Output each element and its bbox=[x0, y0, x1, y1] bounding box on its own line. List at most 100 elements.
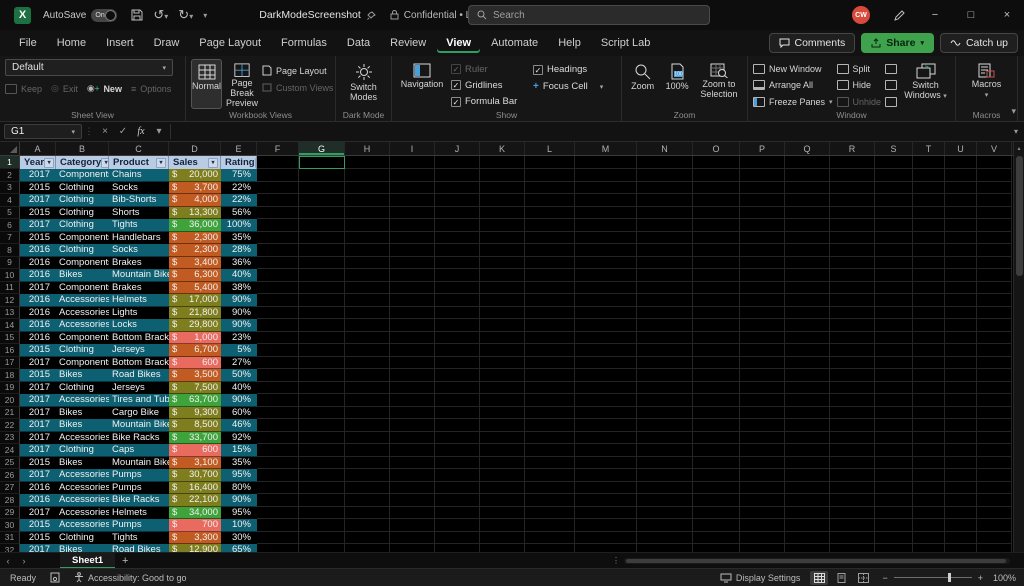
cell-A26-year[interactable]: 2017 bbox=[20, 469, 56, 482]
cell-V15[interactable] bbox=[977, 331, 1012, 344]
cell-C22-product[interactable]: Mountain Bikes bbox=[109, 419, 169, 432]
cell-K32[interactable] bbox=[480, 544, 525, 552]
cell-E19-rating[interactable]: 40% bbox=[221, 381, 257, 394]
display-settings-button[interactable]: Display Settings bbox=[720, 573, 800, 583]
cell-D11-sales[interactable]: $5,400 bbox=[169, 281, 221, 294]
cell-S16[interactable] bbox=[875, 344, 913, 357]
cell-R9[interactable] bbox=[830, 256, 875, 269]
cell-L7[interactable] bbox=[525, 231, 575, 244]
arrange-all-button[interactable]: Arrange All bbox=[753, 78, 833, 92]
cell-D29-sales[interactable]: $34,000 bbox=[169, 506, 221, 519]
cell-E27-rating[interactable]: 80% bbox=[221, 481, 257, 494]
cell-R25[interactable] bbox=[830, 456, 875, 469]
cell-J15[interactable] bbox=[435, 331, 480, 344]
cell-K19[interactable] bbox=[480, 381, 525, 394]
cell-H17[interactable] bbox=[345, 356, 390, 369]
cell-U26[interactable] bbox=[945, 469, 977, 482]
cell-M27[interactable] bbox=[575, 481, 637, 494]
cell-I7[interactable] bbox=[390, 231, 435, 244]
cell-O32[interactable] bbox=[693, 544, 740, 552]
cell-V27[interactable] bbox=[977, 481, 1012, 494]
cell-J14[interactable] bbox=[435, 319, 480, 332]
redo-icon[interactable]: ↻▾ bbox=[178, 7, 193, 23]
tab-page-layout[interactable]: Page Layout bbox=[190, 33, 270, 53]
cell-E11-rating[interactable]: 38% bbox=[221, 281, 257, 294]
cell-A18-year[interactable]: 2015 bbox=[20, 369, 56, 382]
cell-P8[interactable] bbox=[740, 244, 785, 257]
cell-C12-product[interactable]: Helmets bbox=[109, 294, 169, 307]
cell-R32[interactable] bbox=[830, 544, 875, 552]
cell-I23[interactable] bbox=[390, 431, 435, 444]
cell-O19[interactable] bbox=[693, 381, 740, 394]
cell-C14-product[interactable]: Locks bbox=[109, 319, 169, 332]
cell-Q8[interactable] bbox=[785, 244, 830, 257]
cell-S22[interactable] bbox=[875, 419, 913, 432]
cell-P25[interactable] bbox=[740, 456, 785, 469]
column-header-E[interactable]: E bbox=[221, 142, 257, 155]
cell-B32-category[interactable]: Bikes bbox=[56, 544, 109, 552]
cell-R5[interactable] bbox=[830, 206, 875, 219]
cell-S32[interactable] bbox=[875, 544, 913, 552]
cell-M12[interactable] bbox=[575, 294, 637, 307]
cell-A28-year[interactable]: 2016 bbox=[20, 494, 56, 507]
cell-S4[interactable] bbox=[875, 194, 913, 207]
cell-F7[interactable] bbox=[257, 231, 299, 244]
cell-A6-year[interactable]: 2017 bbox=[20, 219, 56, 232]
cell-K14[interactable] bbox=[480, 319, 525, 332]
row-header-1[interactable]: 1 bbox=[0, 156, 20, 169]
cell-G23[interactable] bbox=[299, 431, 345, 444]
cell-G18[interactable] bbox=[299, 369, 345, 382]
cell-U11[interactable] bbox=[945, 281, 977, 294]
sheet-tab-sheet1[interactable]: Sheet1 bbox=[60, 552, 116, 569]
cell-B4-category[interactable]: Clothing bbox=[56, 194, 109, 207]
cell-M22[interactable] bbox=[575, 419, 637, 432]
cell-I3[interactable] bbox=[390, 181, 435, 194]
cell-U13[interactable] bbox=[945, 306, 977, 319]
cell-K1[interactable] bbox=[480, 156, 525, 169]
cell-V5[interactable] bbox=[977, 206, 1012, 219]
header-cell-rating[interactable]: Rating▾ bbox=[221, 156, 257, 169]
cell-A5-year[interactable]: 2015 bbox=[20, 206, 56, 219]
row-header-16[interactable]: 16 bbox=[0, 344, 20, 357]
cell-L6[interactable] bbox=[525, 219, 575, 232]
cell-S1[interactable] bbox=[875, 156, 913, 169]
cell-A7-year[interactable]: 2015 bbox=[20, 231, 56, 244]
cell-T29[interactable] bbox=[913, 506, 945, 519]
cell-G8[interactable] bbox=[299, 244, 345, 257]
cell-M9[interactable] bbox=[575, 256, 637, 269]
cell-B20-category[interactable]: Accessories bbox=[56, 394, 109, 407]
cell-D28-sales[interactable]: $22,100 bbox=[169, 494, 221, 507]
prev-sheet-icon[interactable]: ‹ bbox=[0, 556, 16, 566]
row-header-4[interactable]: 4 bbox=[0, 194, 20, 207]
zoom-level[interactable]: 100% bbox=[993, 573, 1016, 583]
row-header-22[interactable]: 22 bbox=[0, 419, 20, 432]
cell-E14-rating[interactable]: 90% bbox=[221, 319, 257, 332]
autosave-control[interactable]: AutoSave On bbox=[43, 8, 118, 22]
cell-P19[interactable] bbox=[740, 381, 785, 394]
cell-H32[interactable] bbox=[345, 544, 390, 552]
cell-G2[interactable] bbox=[299, 169, 345, 182]
cell-C31-product[interactable]: Tights bbox=[109, 531, 169, 544]
cell-Q29[interactable] bbox=[785, 506, 830, 519]
filter-button[interactable]: ▾ bbox=[156, 157, 166, 168]
cell-A14-year[interactable]: 2016 bbox=[20, 319, 56, 332]
cell-C13-product[interactable]: Lights bbox=[109, 306, 169, 319]
cell-J18[interactable] bbox=[435, 369, 480, 382]
cell-P12[interactable] bbox=[740, 294, 785, 307]
cell-I27[interactable] bbox=[390, 481, 435, 494]
cell-D31-sales[interactable]: $3,300 bbox=[169, 531, 221, 544]
cell-L14[interactable] bbox=[525, 319, 575, 332]
header-cell-product[interactable]: Product ▾ bbox=[109, 156, 169, 169]
cell-U12[interactable] bbox=[945, 294, 977, 307]
cell-N29[interactable] bbox=[637, 506, 693, 519]
cell-N7[interactable] bbox=[637, 231, 693, 244]
normal-view-button[interactable]: Normal bbox=[191, 59, 223, 109]
cell-S14[interactable] bbox=[875, 319, 913, 332]
cell-M19[interactable] bbox=[575, 381, 637, 394]
cell-S12[interactable] bbox=[875, 294, 913, 307]
maximize-button[interactable]: □ bbox=[954, 0, 988, 30]
cell-G29[interactable] bbox=[299, 506, 345, 519]
cell-C11-product[interactable]: Brakes bbox=[109, 281, 169, 294]
cell-K15[interactable] bbox=[480, 331, 525, 344]
cell-O2[interactable] bbox=[693, 169, 740, 182]
